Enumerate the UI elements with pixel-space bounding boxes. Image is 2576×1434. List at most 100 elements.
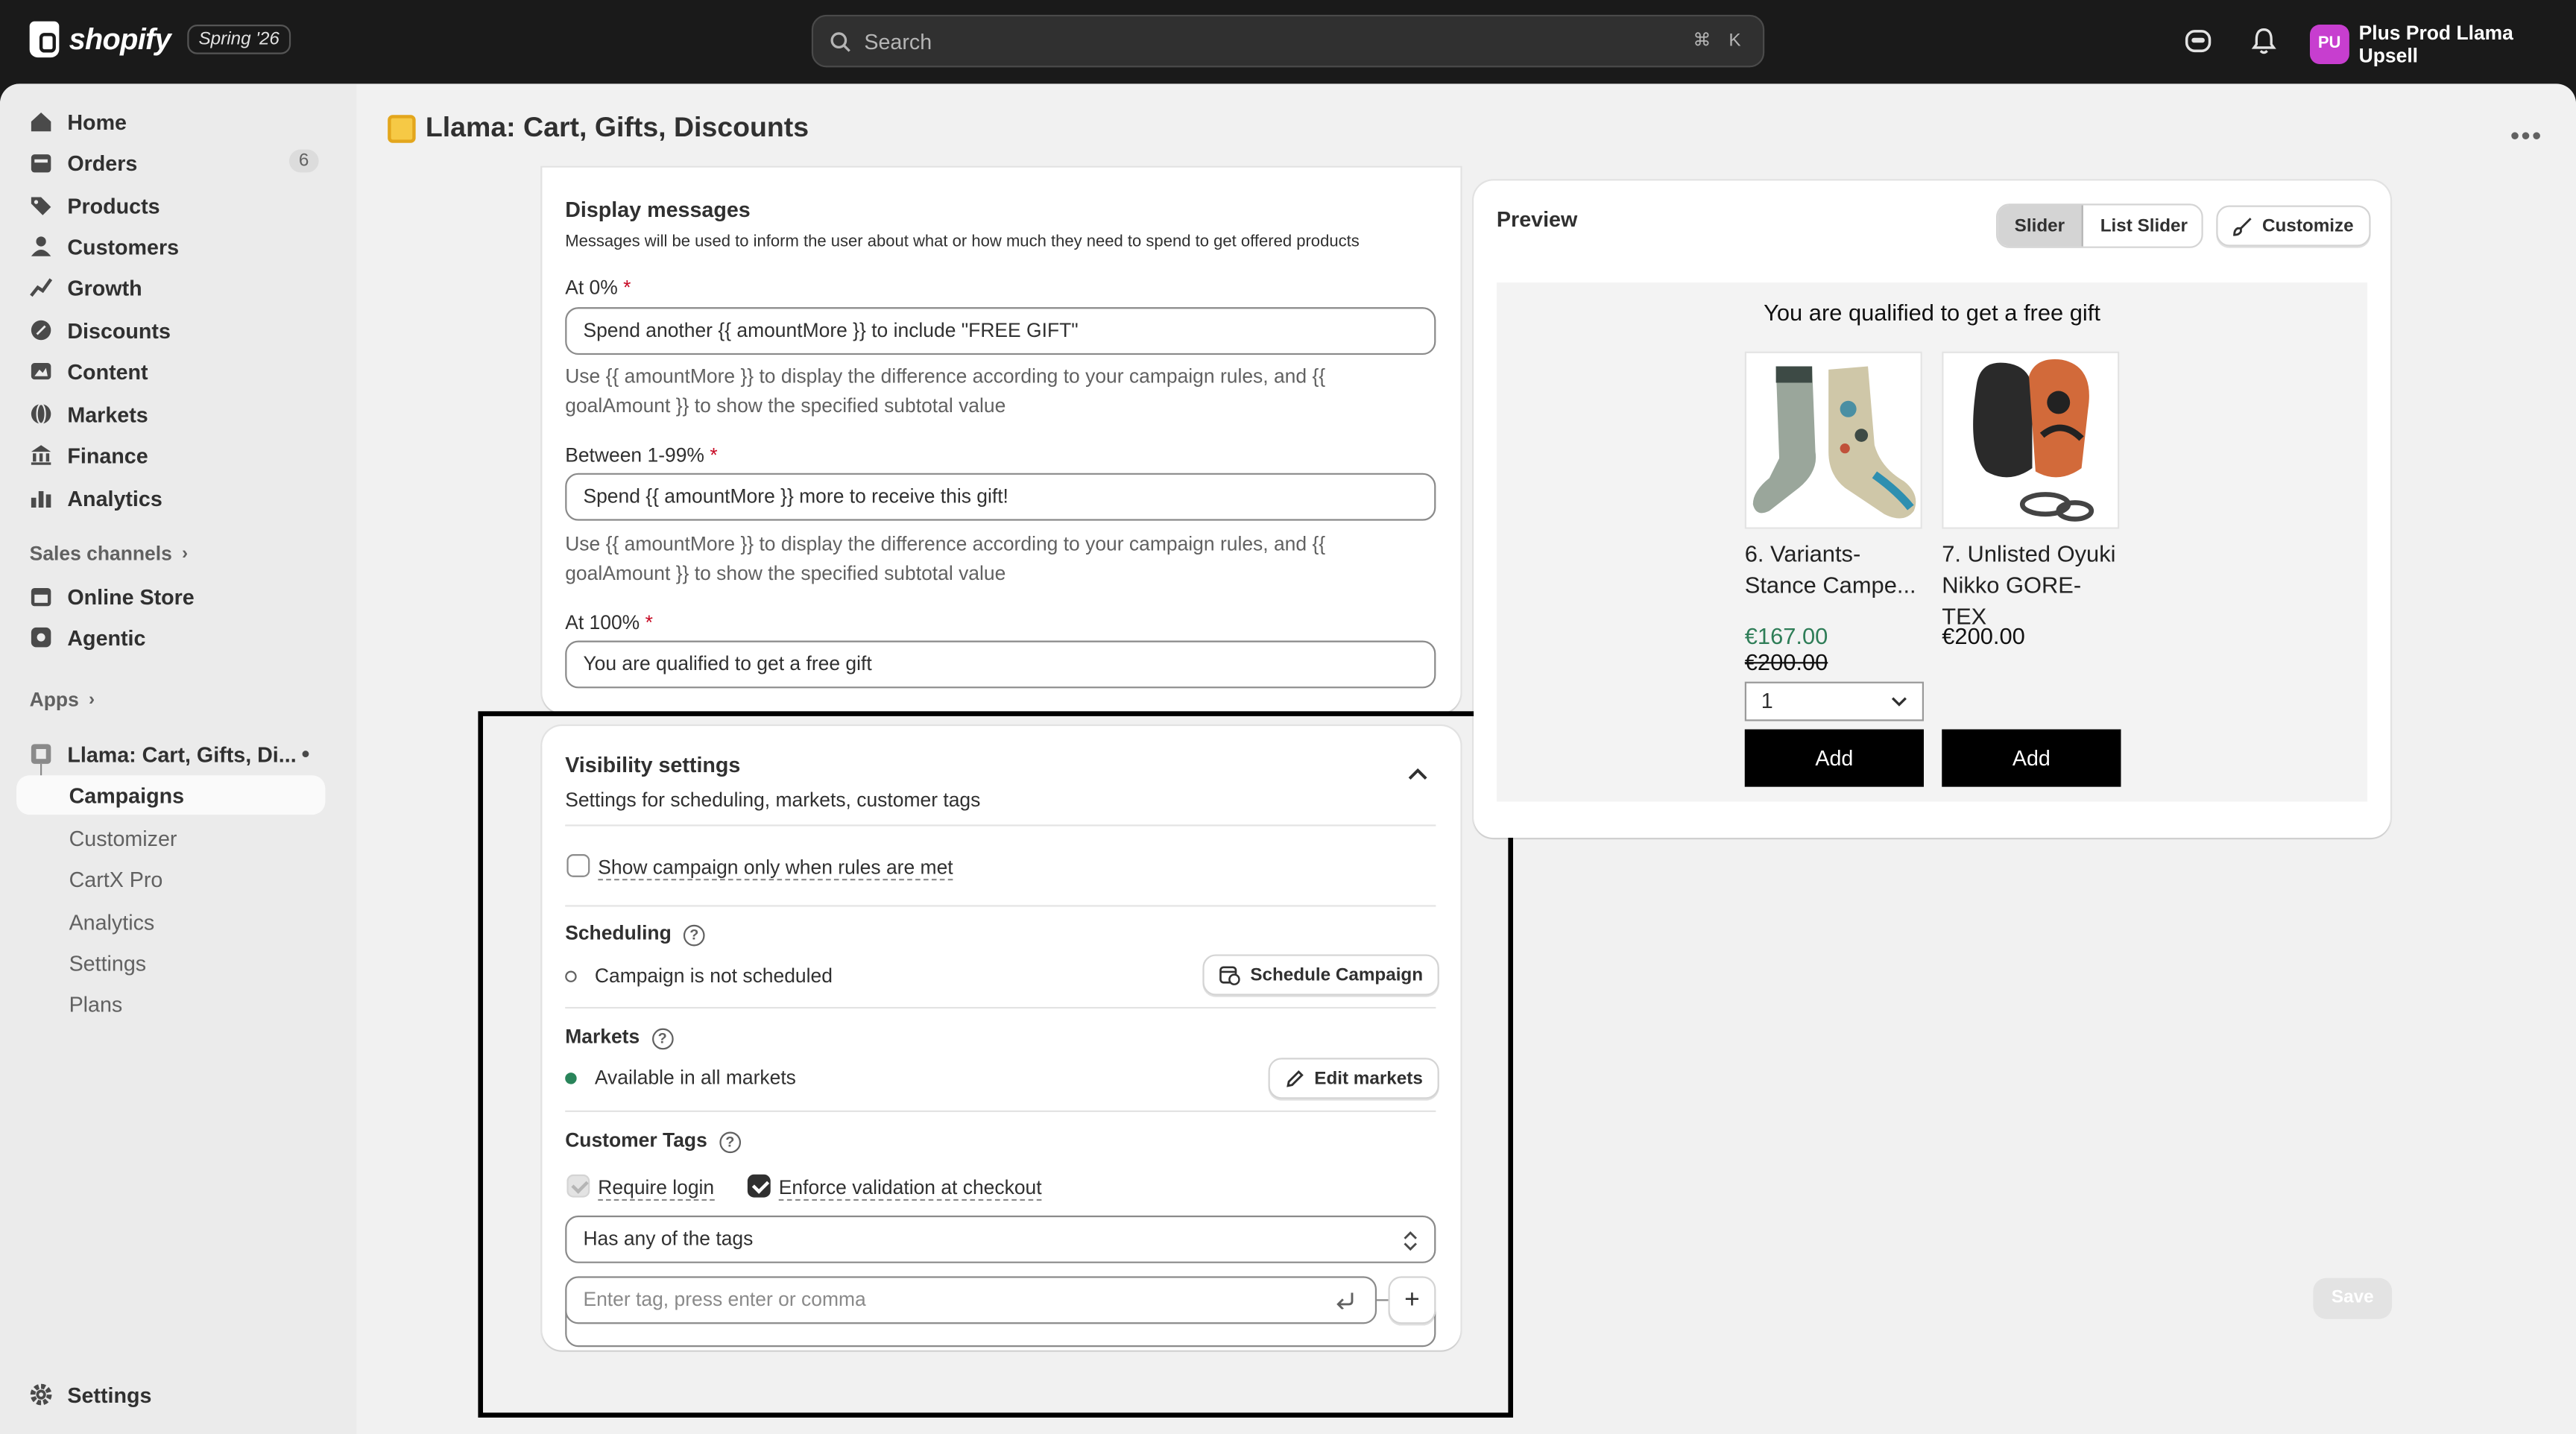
sidebar-item-label: Orders [67, 150, 138, 175]
sales-channels-heading[interactable]: Sales channels › [30, 542, 188, 565]
sidebar-item-label: Products [67, 192, 160, 218]
product-image-socks[interactable] [1744, 351, 1922, 529]
sidekick-icon[interactable] [2183, 26, 2213, 56]
discount-icon [31, 320, 51, 341]
notifications-bell-icon[interactable] [2249, 26, 2279, 56]
sidebar-item-products[interactable]: Products [16, 186, 325, 225]
shortcut-k-key: K [1729, 31, 1741, 51]
app-logo-icon [388, 114, 416, 142]
apps-label: Apps [29, 688, 79, 712]
search-icon [830, 31, 850, 51]
sidebar-subitem-campaigns[interactable]: Campaigns [69, 783, 184, 808]
sales-channels-label: Sales channels [29, 542, 172, 566]
at-0-label: At 0% * [565, 276, 631, 300]
orders-icon [31, 154, 51, 173]
tab-slider[interactable]: Slider [1998, 205, 2083, 247]
product-image-mittens[interactable] [1942, 351, 2120, 529]
sidebar: Home Orders 6 Products Customers Growth [0, 83, 357, 1434]
sidebar-item-growth[interactable]: Growth [16, 268, 325, 307]
at-0-help-line-2: goalAmount }} to show the specified subt… [565, 394, 1006, 417]
mittens-image [1973, 359, 2094, 522]
page-title: Llama: Cart, Gifts, Discounts [388, 112, 809, 145]
sidebar-item-agentic[interactable]: Agentic [16, 618, 325, 657]
page-title-text: Llama: Cart, Gifts, Discounts [425, 111, 809, 143]
shortcut-cmd-key: ⌘ [1693, 31, 1711, 51]
edition-badge: Spring '26 [187, 25, 291, 54]
chevron-right-icon: › [182, 543, 189, 563]
apps-heading[interactable]: Apps › [30, 688, 95, 711]
chevron-right-icon: › [89, 689, 95, 710]
shopify-logo[interactable]: shopify Spring '26 [29, 21, 291, 58]
at-0-help-line-1: Use {{ amountMore }} to display the diff… [565, 364, 1326, 388]
socks-image [1752, 366, 1916, 519]
sidebar-item-label: Finance [67, 442, 148, 468]
sidebar-item-llama-app[interactable]: Llama: Cart, Gifts, Di... [16, 734, 325, 774]
sidebar-item-finance[interactable]: Finance [16, 435, 325, 475]
growth-icon [30, 278, 53, 297]
sidebar-item-label: Agentic [67, 625, 146, 650]
sidebar-item-label: Settings [67, 1382, 152, 1407]
product-2-price: €200.00 [1942, 622, 2025, 649]
pin-dot-icon [302, 751, 309, 757]
store-icon [31, 587, 51, 607]
sidebar-item-settings[interactable]: Settings [16, 1375, 325, 1415]
between-message-input[interactable]: Spend {{ amountMore }} more to receive t… [565, 473, 1436, 521]
product-1-add-button[interactable]: Add [1744, 729, 1925, 787]
content-icon [31, 363, 51, 380]
more-actions-icon[interactable]: ••• [2510, 123, 2543, 153]
product-1-compare-price: €200.00 [1744, 648, 1828, 675]
product-2-add-button[interactable]: Add [1942, 729, 2121, 787]
store-menu[interactable]: PU Plus Prod Llama Upsell [2309, 21, 2576, 68]
sidebar-item-label: Analytics [67, 485, 162, 511]
shopify-bag-icon [29, 21, 60, 58]
product-1-quantity-select[interactable]: 1 [1744, 681, 1925, 721]
sidebar-item-markets[interactable]: Markets [16, 394, 325, 434]
bank-icon [31, 445, 51, 465]
product-name-2[interactable]: 7. Unlisted Oyuki Nikko GORE-TEX [1942, 539, 2122, 633]
sidebar-item-customers[interactable]: Customers [16, 227, 325, 266]
gear-icon [30, 1383, 52, 1406]
tab-list-slider[interactable]: List Slider [2083, 205, 2202, 246]
sidebar-item-label: Growth [67, 275, 142, 300]
sidebar-item-label: Online Store [67, 584, 195, 609]
customize-button[interactable]: Customize [2216, 205, 2370, 247]
customize-label: Customize [2262, 215, 2354, 236]
view-mode-toggle: Slider List Slider [1995, 203, 2203, 248]
sidebar-item-online-store[interactable]: Online Store [16, 577, 325, 616]
app-icon [31, 744, 51, 764]
sidebar-subitem-settings[interactable]: Settings [69, 951, 147, 976]
sidebar-item-label: Markets [67, 401, 148, 426]
at-100-label: At 100% * [565, 610, 653, 634]
tag-icon [31, 197, 51, 215]
sidebar-item-home[interactable]: Home [16, 102, 325, 142]
preview-headline: You are qualified to get a free gift [1764, 299, 2100, 326]
store-name: Plus Prod Llama Upsell [2358, 21, 2513, 68]
sidebar-item-content[interactable]: Content [16, 352, 325, 391]
preview-title: Preview [1496, 206, 1578, 232]
preview-card: Preview Slider List Slider Customize You… [1474, 180, 2390, 838]
main-surface: Home Orders 6 Products Customers Growth [0, 83, 2576, 1434]
sidebar-item-analytics[interactable]: Analytics [16, 478, 325, 517]
at-100-message-input[interactable]: You are qualified to get a free gift [565, 640, 1436, 689]
quantity-value: 1 [1761, 688, 1773, 713]
sidebar-item-discounts[interactable]: Discounts [16, 311, 325, 350]
bar-chart-icon [31, 490, 51, 508]
at-0-message-input[interactable]: Spend another {{ amountMore }} to includ… [565, 307, 1436, 356]
sidebar-item-orders[interactable]: Orders 6 [16, 143, 325, 183]
store-avatar: PU [2309, 25, 2349, 64]
globe-icon [31, 403, 51, 425]
agentic-icon [31, 627, 51, 648]
search-placeholder: Search [864, 28, 932, 54]
search-bar[interactable]: Search ⌘ K [811, 14, 1765, 68]
sidebar-subitem-cartx-pro[interactable]: CartX Pro [69, 868, 163, 892]
sidebar-subitem-plans[interactable]: Plans [69, 992, 123, 1017]
product-name-1[interactable]: 6. Variants- Stance Campe... [1745, 539, 1925, 601]
sidebar-subitem-customizer[interactable]: Customizer [69, 827, 177, 851]
save-button[interactable]: Save [2313, 1277, 2393, 1319]
sidebar-subitem-analytics[interactable]: Analytics [69, 910, 155, 935]
home-icon [31, 112, 51, 132]
sidebar-item-label: Content [67, 358, 148, 384]
chevron-down-icon [1891, 697, 1907, 707]
top-bar: shopify Spring '26 Search ⌘ K PU Plus Pr… [0, 0, 2576, 84]
display-messages-card: Display messages Messages will be used t… [542, 167, 1461, 713]
